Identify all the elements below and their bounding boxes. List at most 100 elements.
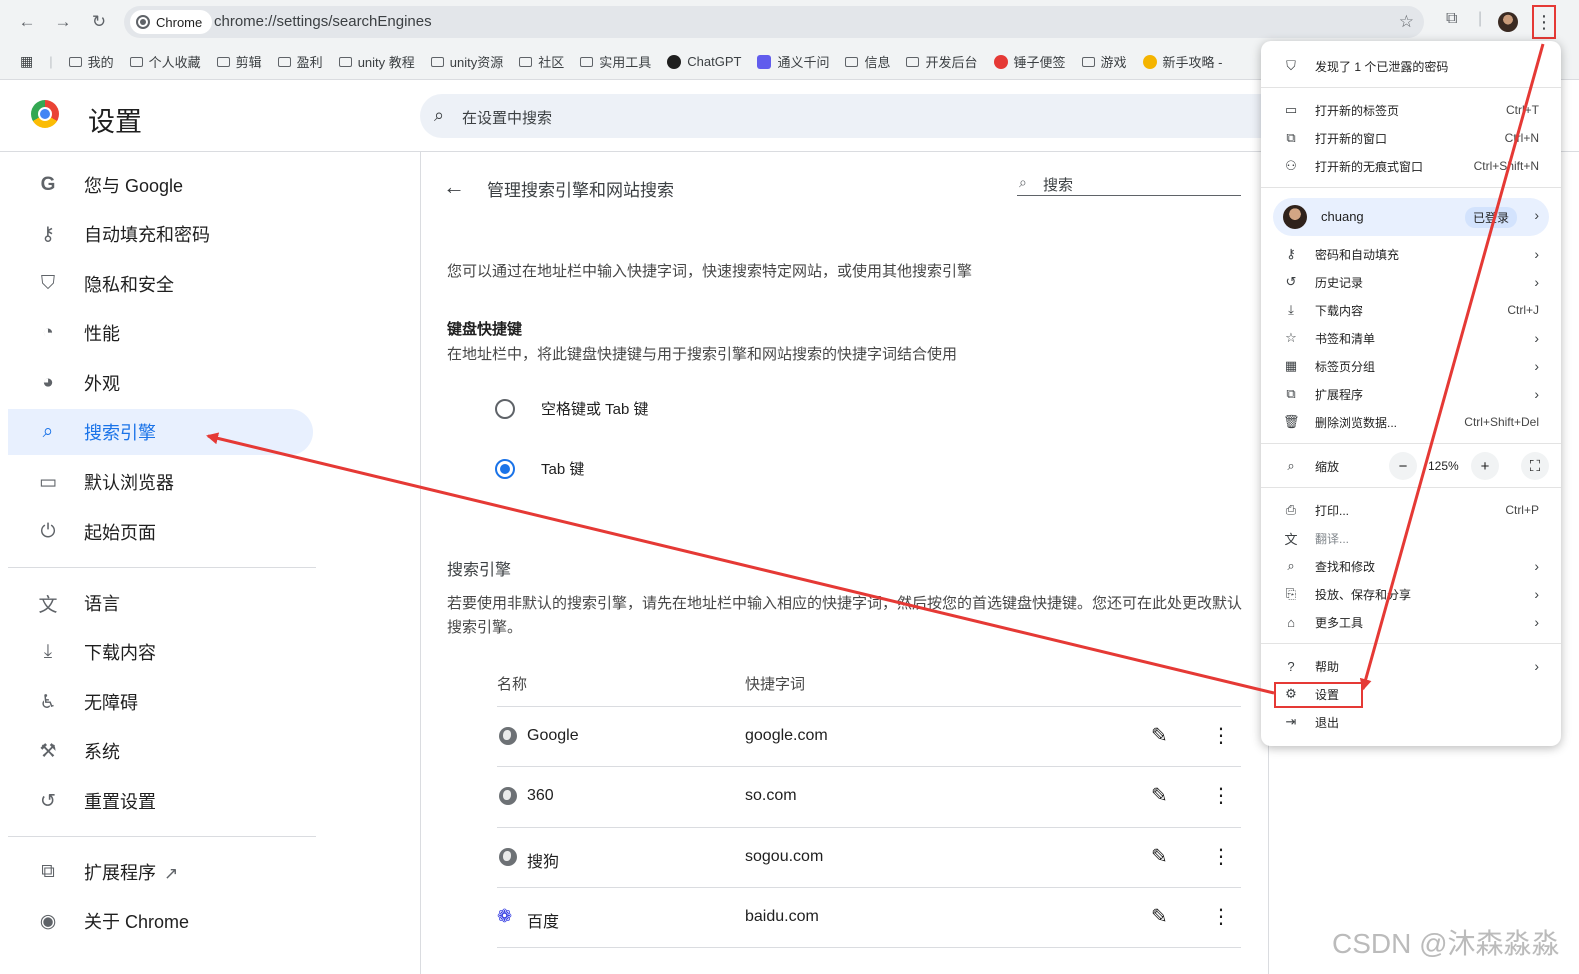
new-window-icon: ⧉ <box>1286 130 1296 145</box>
back-arrow-icon[interactable]: ← <box>443 174 465 200</box>
folder-icon <box>519 56 533 67</box>
bookmark-item[interactable]: 锤子便签 <box>993 52 1066 71</box>
bookmark-star-icon[interactable]: ☆ <box>1399 12 1414 32</box>
menu-item-extensions[interactable]: ⧉ 扩展程序 › <box>1261 381 1561 407</box>
sidebar-item-reset[interactable]: ↺ 重置设置 <box>8 778 313 824</box>
bookmark-item[interactable]: 开发后台 <box>906 52 978 71</box>
table-row: 360 so.com ✎ ⋮ <box>497 766 1241 826</box>
edit-pencil-icon[interactable]: ✎ <box>1151 844 1168 869</box>
menu-item-cast-save-share[interactable]: ⎘ 投放、保存和分享 › <box>1261 581 1561 607</box>
sidebar-item-performance[interactable]: ◔ 性能 <box>8 310 313 356</box>
chip-label: Chrome <box>156 14 203 30</box>
sidebar-item-autofill[interactable]: ⚷ 自动填充和密码 <box>8 211 313 257</box>
trash-icon: 🗑 <box>1283 414 1300 429</box>
sidebar-item-privacy[interactable]: ⛉ 隐私和安全 <box>8 261 313 307</box>
bookmark-item[interactable]: 我的 <box>68 52 114 71</box>
radio-tab[interactable]: Tab 键 <box>495 458 584 479</box>
bookmark-item[interactable]: 通义千问 <box>757 52 829 71</box>
zoom-in-button[interactable]: + <box>1471 452 1499 480</box>
menu-item-help[interactable]: ? 帮助 › <box>1261 653 1561 679</box>
open-external-icon: ↗ <box>164 864 179 883</box>
menu-item-bookmarks[interactable]: ☆ 书签和清单 › <box>1261 325 1561 351</box>
menu-item-leaked-password[interactable]: ⛉ 发现了 1 个已泄露的密码 <box>1261 53 1561 79</box>
edit-pencil-icon[interactable]: ✎ <box>1151 783 1168 808</box>
edit-pencil-icon[interactable]: ✎ <box>1151 904 1168 929</box>
chrome-icon: ◉ <box>39 910 57 932</box>
baidu-paw-icon: ❁ <box>497 906 513 926</box>
avatar[interactable] <box>1498 12 1518 32</box>
url-text[interactable]: chrome://settings/searchEngines <box>214 13 432 30</box>
bookmark-item[interactable]: 实用工具 <box>580 52 651 71</box>
sidebar-item-search-engine[interactable]: ⌕ 搜索引擎 <box>8 409 313 455</box>
menu-item-tab-groups[interactable]: ▦ 标签页分组 › <box>1261 353 1561 379</box>
forward-icon[interactable]: → <box>50 10 76 34</box>
sidebar-item-languages[interactable]: 文语言 <box>8 580 313 626</box>
sidebar-item-extensions[interactable]: ⧉ 扩展程序 ↗ <box>8 849 313 895</box>
edit-pencil-icon[interactable]: ✎ <box>1151 723 1168 748</box>
sidebar-item-startup[interactable]: ⏻ 起始页面 <box>8 509 313 555</box>
more-vert-icon[interactable]: ⋮ <box>1211 723 1231 748</box>
settings-search-input[interactable]: ⌕ 在设置中搜索 <box>420 94 1320 138</box>
bookmark-item[interactable]: 个人收藏 <box>129 52 201 71</box>
zoom-out-button[interactable]: − <box>1389 452 1417 480</box>
menu-item-clear-data[interactable]: 🗑 删除浏览数据... Ctrl+Shift+Del <box>1261 409 1561 435</box>
chrome-chip[interactable]: Chrome <box>130 10 213 34</box>
radio-button-selected[interactable] <box>495 458 515 479</box>
more-vert-icon[interactable]: ⋮ <box>1211 904 1231 929</box>
bookmark-item[interactable]: 盈利 <box>277 52 323 71</box>
menu-item-translate[interactable]: 文翻译... <box>1261 525 1561 551</box>
incognito-icon: ⚇ <box>1285 158 1297 173</box>
menu-profile-row[interactable]: chuang 已登录 › <box>1273 198 1549 236</box>
search-icon: ⌕ <box>434 105 445 125</box>
menu-item-downloads[interactable]: ⤓ 下载内容 Ctrl+J <box>1261 297 1561 323</box>
toolbox-icon: ⌂ <box>1287 614 1295 630</box>
signed-in-badge: 已登录 <box>1465 207 1518 228</box>
chevron-right-icon: › <box>1534 558 1539 574</box>
sidebar-item-system[interactable]: ⚒ 系统 <box>8 728 313 774</box>
sidebar-item-you-and-google[interactable]: G 您与 Google <box>8 162 313 208</box>
bookmark-item[interactable]: 新手攻略 - <box>1142 52 1222 71</box>
bookmark-item[interactable]: 社区 <box>519 52 564 71</box>
menu-item-more-tools[interactable]: ⌂ 更多工具 › <box>1261 609 1561 635</box>
sidebar-item-about-chrome[interactable]: ◉ 关于 Chrome <box>8 898 313 944</box>
new-tab-icon: ▭ <box>1284 102 1298 117</box>
folder-icon <box>277 56 291 67</box>
menu-item-find-edit[interactable]: ⌕ 查找和修改 › <box>1261 553 1561 579</box>
bookmark-item[interactable]: unity资源 <box>430 52 503 71</box>
radio-space-or-tab[interactable]: 空格键或 Tab 键 <box>495 398 649 419</box>
bookmark-item[interactable]: 信息 <box>845 52 890 71</box>
reload-icon[interactable]: ↻ <box>86 10 112 34</box>
sidebar-item-accessibility[interactable]: ♿ 无障碍 <box>8 679 313 725</box>
menu-item-incognito[interactable]: ⚇ 打开新的无痕式窗口 Ctrl+Shift+N <box>1261 153 1561 179</box>
bookmark-item[interactable]: ChatGPT <box>667 54 741 69</box>
help-icon: ? <box>1287 658 1295 674</box>
menu-item-new-window[interactable]: ⧉ 打开新的窗口 Ctrl+N <box>1261 125 1561 151</box>
back-icon[interactable]: ← <box>14 10 40 34</box>
apps-grid-icon[interactable]: ▦ <box>20 53 33 70</box>
sidebar-item-default-browser[interactable]: ▭ 默认浏览器 <box>8 459 313 505</box>
key-icon: ⚷ <box>41 223 55 245</box>
sidebar-item-appearance[interactable]: ◕ 外观 <box>8 360 313 406</box>
sidebar-item-downloads[interactable]: ⤓ 下载内容 <box>8 629 313 675</box>
radio-button[interactable] <box>495 398 515 419</box>
table-row: ❁ 百度 baidu.com ✎ ⋮ <box>497 887 1241 947</box>
menu-item-exit[interactable]: ⇥ 退出 <box>1261 709 1561 735</box>
more-vert-icon[interactable]: ⋮ <box>1211 844 1231 869</box>
bookmark-item[interactable]: unity 教程 <box>338 52 415 71</box>
menu-kebab-button[interactable]: ⋮ <box>1532 5 1556 39</box>
bookmark-item[interactable]: 游戏 <box>1081 52 1127 71</box>
table-row: 搜狗 sogou.com ✎ ⋮ <box>497 827 1241 887</box>
more-vert-icon[interactable]: ⋮ <box>1211 783 1231 808</box>
subpage-search-input[interactable]: ⌕ 搜索 <box>1017 172 1241 196</box>
extensions-icon[interactable]: ⧉ <box>1446 10 1457 28</box>
menu-item-print[interactable]: ⎙ 打印... Ctrl+P <box>1261 497 1561 523</box>
bookmark-item[interactable]: 剪辑 <box>216 52 262 71</box>
menu-item-passwords[interactable]: ⚷ 密码和自动填充 › <box>1261 241 1561 267</box>
menu-item-history[interactable]: ↺ 历史记录 › <box>1261 269 1561 295</box>
fullscreen-button[interactable]: ⛶ <box>1521 452 1549 480</box>
menu-item-new-tab[interactable]: ▭ 打开新的标签页 Ctrl+T <box>1261 97 1561 123</box>
search-engines-page: ← 管理搜索引擎和网站搜索 ⌕ 搜索 您可以通过在地址栏中输入快捷字词，快速搜索… <box>420 152 1268 974</box>
chrome-logo-icon <box>31 100 59 128</box>
address-bar[interactable]: Chrome chrome://settings/searchEngines ☆ <box>124 6 1424 38</box>
folder-icon <box>430 56 444 67</box>
